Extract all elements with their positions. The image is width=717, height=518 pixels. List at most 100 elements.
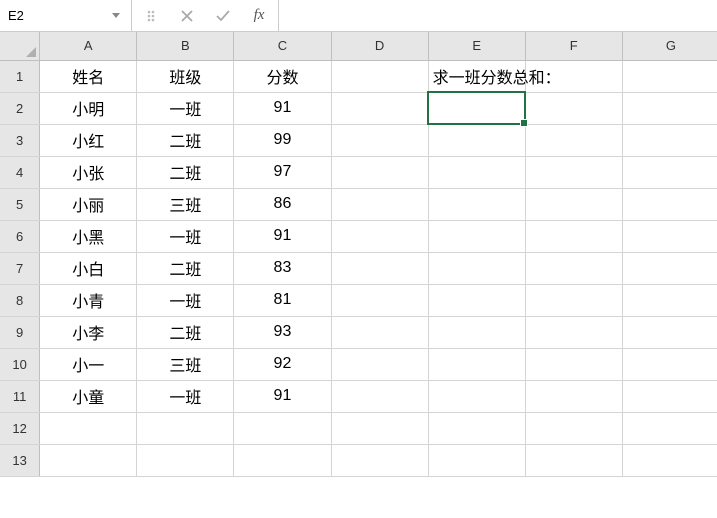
cell-D2[interactable] — [331, 92, 428, 124]
cell-F4[interactable] — [525, 156, 622, 188]
cell-E2[interactable] — [428, 92, 525, 124]
cell-A9[interactable]: 小李 — [40, 316, 137, 348]
cell-E13[interactable] — [428, 444, 525, 476]
cell-B7[interactable]: 二班 — [137, 252, 234, 284]
row-head-4[interactable]: 4 — [0, 156, 40, 188]
select-all-corner[interactable] — [0, 32, 40, 60]
cell-B5[interactable]: 三班 — [137, 188, 234, 220]
cell-D7[interactable] — [331, 252, 428, 284]
cell-B9[interactable]: 二班 — [137, 316, 234, 348]
cell-B2[interactable]: 一班 — [137, 92, 234, 124]
cell-F9[interactable] — [525, 316, 622, 348]
cell-A2[interactable]: 小明 — [40, 92, 137, 124]
cell-E12[interactable] — [428, 412, 525, 444]
cell-B1[interactable]: 班级 — [137, 60, 234, 92]
row-head-7[interactable]: 7 — [0, 252, 40, 284]
cell-G5[interactable] — [622, 188, 717, 220]
cell-B6[interactable]: 一班 — [137, 220, 234, 252]
cell-E10[interactable] — [428, 348, 525, 380]
cell-E9[interactable] — [428, 316, 525, 348]
row-head-6[interactable]: 6 — [0, 220, 40, 252]
cell-D10[interactable] — [331, 348, 428, 380]
cell-G4[interactable] — [622, 156, 717, 188]
formula-input[interactable] — [279, 0, 717, 31]
col-head-F[interactable]: F — [525, 32, 622, 60]
cell-C7[interactable]: 83 — [234, 252, 331, 284]
cell-F10[interactable] — [525, 348, 622, 380]
col-head-A[interactable]: A — [40, 32, 137, 60]
cell-A11[interactable]: 小童 — [40, 380, 137, 412]
cell-C5[interactable]: 86 — [234, 188, 331, 220]
cell-D4[interactable] — [331, 156, 428, 188]
cell-A10[interactable]: 小一 — [40, 348, 137, 380]
cell-C11[interactable]: 91 — [234, 380, 331, 412]
row-head-11[interactable]: 11 — [0, 380, 40, 412]
cell-A8[interactable]: 小青 — [40, 284, 137, 316]
dots-icon[interactable] — [138, 5, 164, 27]
cell-D13[interactable] — [331, 444, 428, 476]
cell-G6[interactable] — [622, 220, 717, 252]
cell-E1[interactable]: 求一班分数总和： — [428, 60, 525, 92]
row-head-5[interactable]: 5 — [0, 188, 40, 220]
cell-G8[interactable] — [622, 284, 717, 316]
row-head-13[interactable]: 13 — [0, 444, 40, 476]
cell-G9[interactable] — [622, 316, 717, 348]
cell-G10[interactable] — [622, 348, 717, 380]
cell-F6[interactable] — [525, 220, 622, 252]
cell-G3[interactable] — [622, 124, 717, 156]
cell-E4[interactable] — [428, 156, 525, 188]
cell-A4[interactable]: 小张 — [40, 156, 137, 188]
cell-E8[interactable] — [428, 284, 525, 316]
cell-A7[interactable]: 小白 — [40, 252, 137, 284]
cell-F8[interactable] — [525, 284, 622, 316]
cell-E3[interactable] — [428, 124, 525, 156]
cell-D8[interactable] — [331, 284, 428, 316]
cell-B10[interactable]: 三班 — [137, 348, 234, 380]
cell-B8[interactable]: 一班 — [137, 284, 234, 316]
row-head-3[interactable]: 3 — [0, 124, 40, 156]
cell-A13[interactable] — [40, 444, 137, 476]
cell-B11[interactable]: 一班 — [137, 380, 234, 412]
cell-F3[interactable] — [525, 124, 622, 156]
col-head-G[interactable]: G — [622, 32, 717, 60]
col-head-B[interactable]: B — [137, 32, 234, 60]
cell-B4[interactable]: 二班 — [137, 156, 234, 188]
cell-B3[interactable]: 二班 — [137, 124, 234, 156]
fx-icon[interactable]: fx — [246, 5, 272, 27]
cell-E5[interactable] — [428, 188, 525, 220]
confirm-icon[interactable] — [210, 5, 236, 27]
row-head-8[interactable]: 8 — [0, 284, 40, 316]
cell-C13[interactable] — [234, 444, 331, 476]
cell-C2[interactable]: 91 — [234, 92, 331, 124]
col-head-E[interactable]: E — [428, 32, 525, 60]
name-box[interactable]: E2 — [0, 0, 132, 31]
row-head-10[interactable]: 10 — [0, 348, 40, 380]
row-head-9[interactable]: 9 — [0, 316, 40, 348]
cell-F5[interactable] — [525, 188, 622, 220]
cell-F2[interactable] — [525, 92, 622, 124]
cell-C8[interactable]: 81 — [234, 284, 331, 316]
row-head-12[interactable]: 12 — [0, 412, 40, 444]
row-head-1[interactable]: 1 — [0, 60, 40, 92]
cell-D12[interactable] — [331, 412, 428, 444]
cell-F12[interactable] — [525, 412, 622, 444]
cell-D6[interactable] — [331, 220, 428, 252]
chevron-down-icon[interactable] — [109, 9, 123, 23]
col-head-D[interactable]: D — [331, 32, 428, 60]
cell-A6[interactable]: 小黑 — [40, 220, 137, 252]
cell-A3[interactable]: 小红 — [40, 124, 137, 156]
cell-C3[interactable]: 99 — [234, 124, 331, 156]
cell-D9[interactable] — [331, 316, 428, 348]
cell-C1[interactable]: 分数 — [234, 60, 331, 92]
cell-D5[interactable] — [331, 188, 428, 220]
cell-D3[interactable] — [331, 124, 428, 156]
cell-A1[interactable]: 姓名 — [40, 60, 137, 92]
cell-G12[interactable] — [622, 412, 717, 444]
cell-C12[interactable] — [234, 412, 331, 444]
cell-C9[interactable]: 93 — [234, 316, 331, 348]
cell-G11[interactable] — [622, 380, 717, 412]
cell-B12[interactable] — [137, 412, 234, 444]
cell-E11[interactable] — [428, 380, 525, 412]
cell-E7[interactable] — [428, 252, 525, 284]
cell-F11[interactable] — [525, 380, 622, 412]
